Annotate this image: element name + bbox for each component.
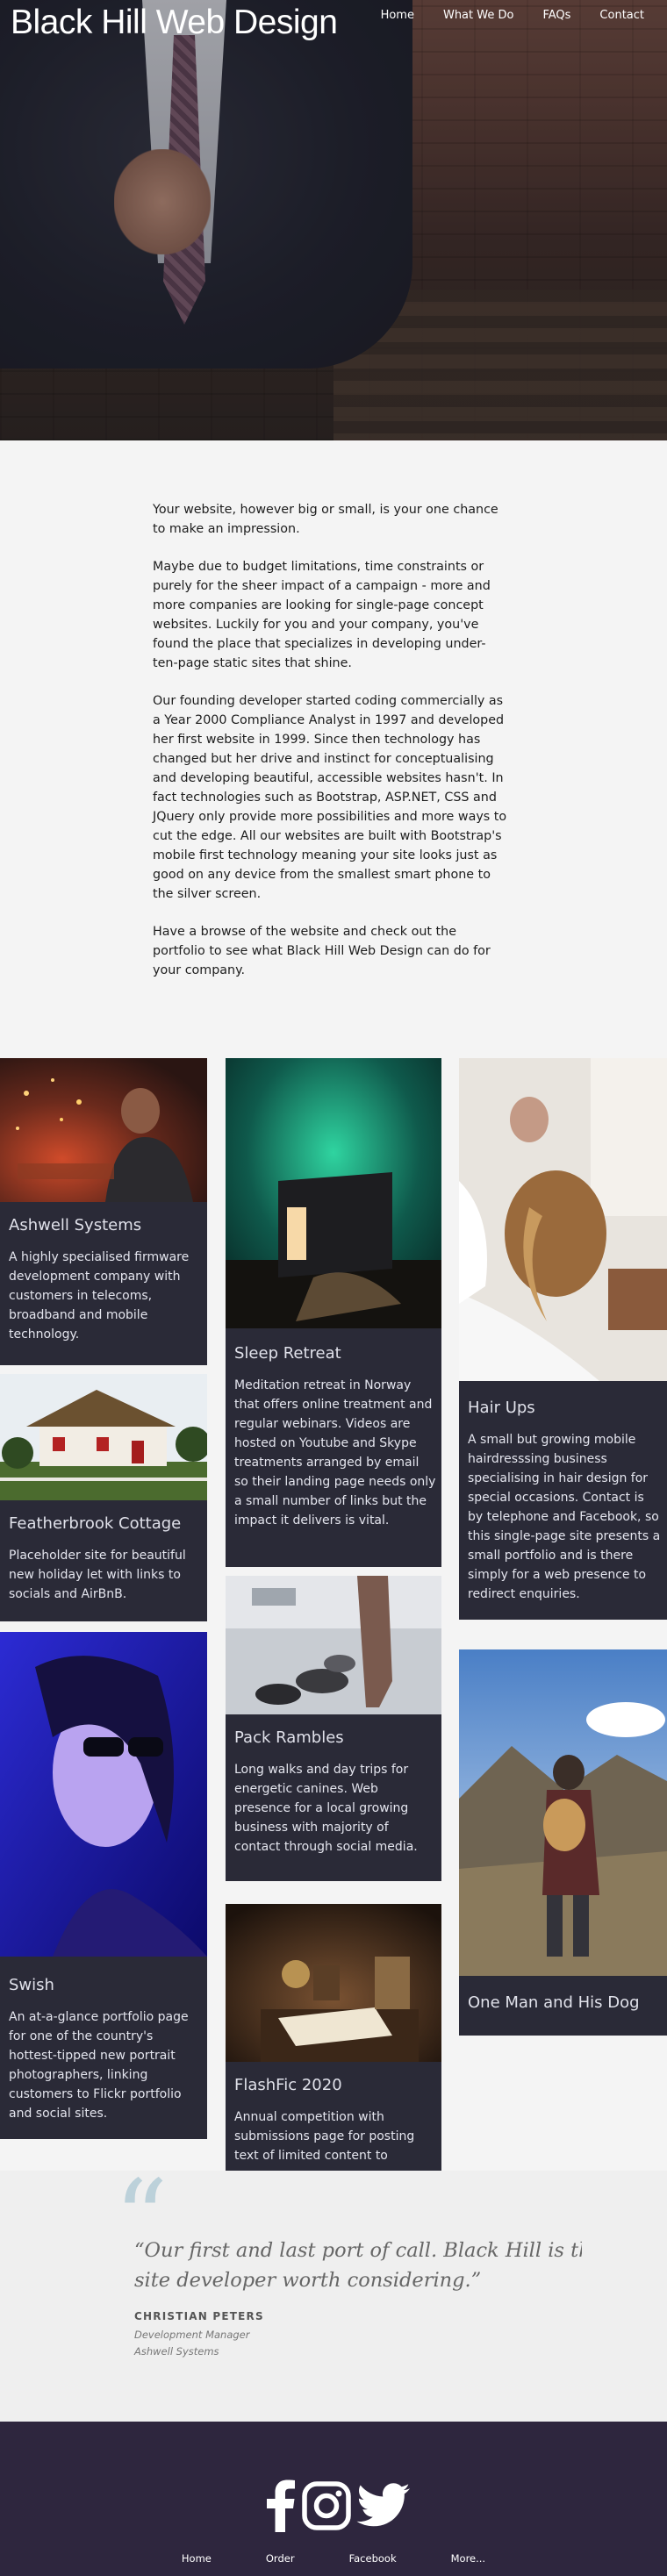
portfolio-title: Pack Rambles xyxy=(234,1728,344,1747)
facebook-icon[interactable] xyxy=(265,2479,297,2532)
portfolio-image-pack-rambles xyxy=(226,1576,441,1714)
intro-paragraph: Have a browse of the website and check o… xyxy=(153,925,491,977)
portfolio-title: Ashwell Systems xyxy=(9,1216,142,1234)
testimonial-quote: “Our first and last port of call. Black … xyxy=(134,2239,582,2292)
nav-contact[interactable]: Contact xyxy=(599,9,644,22)
testimonial-role: Development Manager Ashwell Systems xyxy=(134,2329,250,2358)
intro-text: Your website, however big or small, is y… xyxy=(153,500,511,998)
portfolio-text: Annual competition with submissions page… xyxy=(234,2110,415,2163)
portfolio-text: Long walks and day trips for energetic c… xyxy=(234,1763,418,1854)
portfolio-card-swish[interactable]: Swish An at-a-glance portfolio page for … xyxy=(0,1632,207,2139)
footer-link-order[interactable]: Order xyxy=(266,2552,295,2565)
nav-faqs[interactable]: FAQs xyxy=(542,9,570,22)
portfolio-title: FlashFic 2020 xyxy=(234,2076,342,2094)
social-icons xyxy=(265,2479,411,2532)
portfolio-card-sleep-retreat[interactable]: Sleep Retreat Meditation retreat in Norw… xyxy=(226,1058,441,1567)
main-nav: Home What We Do FAQs Contact xyxy=(381,9,644,22)
portfolio-text: Placeholder site for beautiful new holid… xyxy=(9,1549,186,1601)
portfolio-image-hair-ups xyxy=(459,1058,667,1381)
portfolio-card-featherbrook[interactable]: Featherbrook Cottage Placeholder site fo… xyxy=(0,1374,207,1621)
portfolio-title: Hair Ups xyxy=(468,1399,535,1417)
portfolio-title: Swish xyxy=(9,1976,54,1994)
portfolio-image-sleep-retreat xyxy=(226,1058,441,1328)
portfolio-text: A highly specialised firmware developmen… xyxy=(9,1250,190,1342)
footer-link-home[interactable]: Home xyxy=(182,2552,212,2565)
page: Black Hill Web Design Home What We Do FA… xyxy=(0,0,667,2576)
portfolio-image-ashwell xyxy=(0,1058,207,1202)
portfolio-image-featherbrook xyxy=(0,1374,207,1500)
hero-image xyxy=(0,0,667,440)
intro-paragraph: Maybe due to budget limitations, time co… xyxy=(153,560,491,670)
intro-paragraph: Your website, however big or small, is y… xyxy=(153,503,498,536)
testimonial-name: CHRISTIAN PETERS xyxy=(134,2310,264,2322)
brand-title[interactable]: Black Hill Web Design xyxy=(11,4,338,42)
portfolio-card-hair-ups[interactable]: Hair Ups A small but growing mobile hair… xyxy=(459,1058,667,1620)
footer-link-more[interactable]: More... xyxy=(451,2552,485,2565)
portfolio-title: Featherbrook Cottage xyxy=(9,1514,182,1533)
portfolio-image-swish xyxy=(0,1632,207,1957)
portfolio-text: A small but growing mobile hairdresssing… xyxy=(468,1433,661,1601)
portfolio-title: Sleep Retreat xyxy=(234,1344,341,1363)
portfolio-card-pack-rambles[interactable]: Pack Rambles Long walks and day trips fo… xyxy=(226,1576,441,1881)
portfolio-card-one-man[interactable]: One Man and His Dog xyxy=(459,1649,667,2036)
portfolio-image-flashfic xyxy=(226,1904,441,2062)
instagram-icon[interactable] xyxy=(302,2481,351,2530)
testimonial-section xyxy=(0,2171,667,2422)
nav-home[interactable]: Home xyxy=(381,9,414,22)
portfolio-card-ashwell[interactable]: Ashwell Systems A highly specialised fir… xyxy=(0,1058,207,1365)
portfolio-card-flashfic[interactable]: FlashFic 2020 Annual competition with su… xyxy=(226,1904,441,2171)
portfolio-image-one-man xyxy=(459,1649,667,1976)
portfolio-text: An at-a-glance portfolio page for one of… xyxy=(9,2010,189,2121)
twitter-icon[interactable] xyxy=(356,2483,411,2529)
portfolio-text: Meditation retreat in Norway that offers… xyxy=(234,1378,436,1528)
intro-paragraph: Our founding developer started coding co… xyxy=(153,694,507,901)
footer-nav: Home Order Facebook More... xyxy=(0,2552,667,2565)
nav-what-we-do[interactable]: What We Do xyxy=(443,9,513,22)
portfolio-title: One Man and His Dog xyxy=(468,1993,640,2012)
footer-link-facebook[interactable]: Facebook xyxy=(349,2552,397,2565)
